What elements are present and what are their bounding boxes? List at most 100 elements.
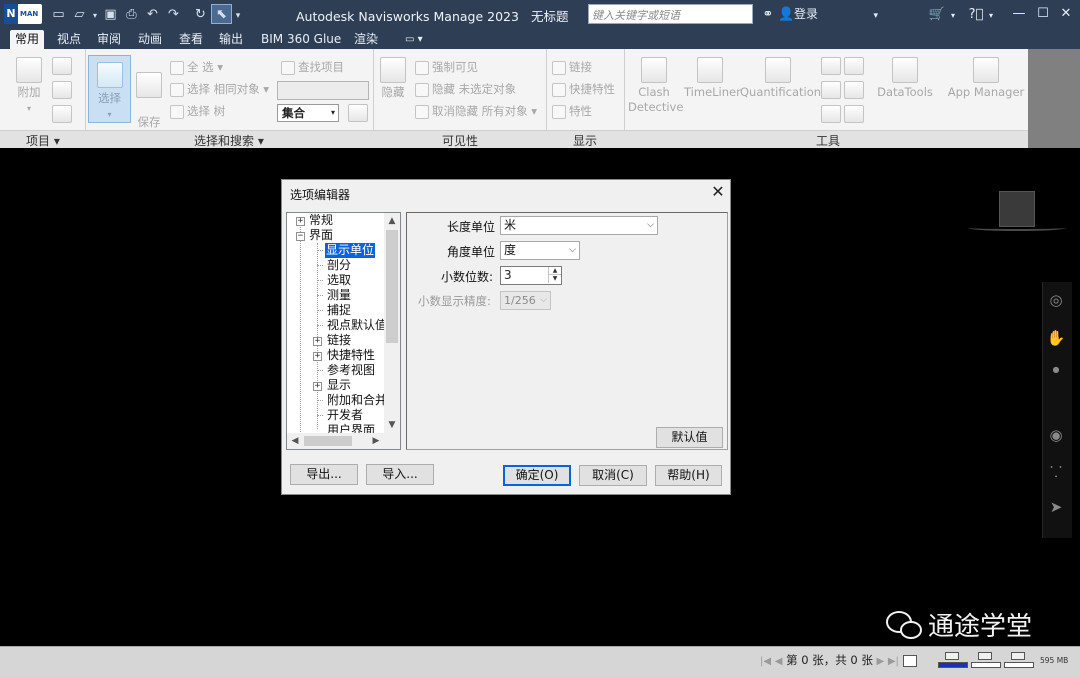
scroll-right-icon[interactable]: ▶ [368,433,384,449]
undo-icon[interactable]: ↶ [142,5,163,25]
clash-detective-button[interactable]: Clash Detective [628,57,683,115]
user-icon[interactable]: 👤 [778,5,794,25]
cancel-button[interactable]: 取消(C) [579,465,647,486]
sets-dropdown[interactable]: 集合 ▾ [277,104,339,122]
help-dropdown-icon[interactable]: ▾ [986,6,996,26]
angle-unit-select[interactable]: 度 ⌵ [500,241,580,260]
options-tree[interactable]: + 常规 − 界面 显示单位 剖分 选取 测量 捕捉 视点默认值 + 链接 + … [286,212,401,450]
tree-item-append-merge[interactable]: 附加和合并 [327,393,387,408]
dialog-close-icon[interactable]: ✕ [710,184,726,200]
import-button[interactable]: 导入... [366,464,434,485]
find-items-button[interactable]: 查找项目 [281,58,344,76]
scroll-thumb[interactable] [304,436,352,446]
help-search-input[interactable]: 键入关键字或短语 [588,4,753,24]
reset-all-icon[interactable] [52,81,72,99]
selection-tree-button[interactable]: 选择 树 [170,102,225,120]
defaults-button[interactable]: 默认值 [656,427,723,448]
new-file-icon[interactable]: ▭ [48,5,69,25]
app-manager-button[interactable]: App Manager [946,57,1026,100]
tab-viewpoint[interactable]: 视点 [57,30,81,49]
unhide-all-button[interactable]: 取消隐藏 所有对象 ▾ [415,102,537,120]
scripter-icon[interactable] [844,57,864,75]
tab-render[interactable]: 渲染 [354,30,378,49]
quantification-button[interactable]: Quantification [740,57,821,100]
append-button[interactable]: 附加 ▾ [14,57,44,116]
save-icon[interactable]: ▣ [100,5,121,25]
quick-properties-toggle[interactable]: 快捷特性 [552,80,615,98]
tree-item-links[interactable]: 链接 [327,333,351,348]
tree-expander[interactable]: + [313,382,322,391]
login-dropdown-icon[interactable]: ▾ [818,6,878,26]
tree-item-general[interactable]: 常规 [309,213,333,228]
tab-output[interactable]: 输出 [219,30,243,49]
scroll-thumb[interactable] [386,230,398,343]
export-button[interactable]: 导出... [290,464,358,485]
help-icon[interactable]: ?⃝ [966,5,986,25]
help-button[interactable]: 帮助(H) [655,465,722,486]
next-sheet-icon[interactable]: ▶ [877,656,885,667]
select-same-button[interactable]: 选择 相同对象 ▾ [170,80,269,98]
select-all-button[interactable]: 全 选 ▾ [170,58,223,76]
tree-item-measure[interactable]: 测量 [327,288,351,303]
qat-customize-icon[interactable]: ▾ [232,6,244,26]
tree-item-snapping[interactable]: 捕捉 [327,303,351,318]
prev-sheet-icon[interactable]: ◀ [775,656,783,667]
viewcube-compass[interactable] [968,225,1066,231]
tree-item-interface[interactable]: 界面 [309,228,333,243]
tab-animation[interactable]: 动画 [138,30,162,49]
datatools-button[interactable]: DataTools [876,57,934,100]
open-file-icon[interactable]: ▱ [69,5,90,25]
properties-toggle[interactable]: 特性 [552,102,592,120]
tree-expander[interactable]: + [296,217,305,226]
tree-item-viewpoint-defaults[interactable]: 视点默认值 [327,318,387,333]
redo-icon[interactable]: ↷ [163,5,184,25]
hide-unselected-button[interactable]: 隐藏 未选定对象 [415,80,516,98]
cart-dropdown-icon[interactable]: ▾ [948,6,958,26]
tree-item-sectioning[interactable]: 剖分 [327,258,351,273]
hide-button[interactable]: 隐藏 [378,57,408,100]
tab-home[interactable]: 常用 [10,30,44,49]
tree-item-reference-views[interactable]: 参考视图 [327,363,375,378]
tree-expander[interactable]: + [313,352,322,361]
last-sheet-icon[interactable]: ▶| [888,656,899,667]
refresh-model-icon[interactable] [52,57,72,75]
compare-icon[interactable] [821,105,841,123]
select-pointer-icon[interactable]: ➤ [1046,497,1066,517]
tree-expander[interactable]: − [296,232,305,241]
pan-hand-icon[interactable]: ✋ [1046,328,1066,348]
walk-footprints-icon[interactable]: ⸪ [1046,462,1066,482]
minimize-icon[interactable]: — [1009,4,1029,24]
tree-item-display[interactable]: 显示 [327,378,351,393]
tab-bim360[interactable]: BIM 360 Glue [261,30,341,49]
zoom-dot-icon[interactable]: ● [1046,360,1066,380]
tree-expander[interactable]: + [313,337,322,346]
maximize-icon[interactable]: ☐ [1033,4,1053,24]
spin-down-icon[interactable]: ▼ [548,275,561,283]
tree-item-developer[interactable]: 开发者 [327,408,363,423]
tab-review[interactable]: 审阅 [97,30,121,49]
links-toggle[interactable]: 链接 [552,58,592,76]
open-dropdown-icon[interactable]: ▾ [90,6,100,26]
tree-item-display-units[interactable]: 显示单位 [325,243,376,258]
quick-find-input[interactable] [277,81,369,100]
manage-sets-icon[interactable] [348,104,368,122]
viewcube[interactable] [999,191,1035,227]
tree-item-selection[interactable]: 选取 [327,273,351,288]
login-link[interactable]: 登录 [794,4,818,24]
animator-icon[interactable] [821,57,841,75]
timeliner-button[interactable]: TimeLiner [684,57,741,100]
file-options-icon[interactable] [52,105,72,123]
tree-vertical-scrollbar[interactable]: ▲ ▼ [384,213,400,433]
scroll-up-icon[interactable]: ▲ [384,213,400,229]
autodesk-rendering-icon[interactable] [844,105,864,123]
tree-item-quick-properties[interactable]: 快捷特性 [327,348,375,363]
binoculars-icon[interactable]: ⚭ [758,5,778,25]
scroll-down-icon[interactable]: ▼ [384,417,400,433]
appearance-profiler-icon[interactable] [821,81,841,99]
require-button[interactable]: 强制可见 [415,58,478,76]
decimal-places-stepper[interactable]: 3 ▲ ▼ [500,266,562,285]
spin-up-icon[interactable]: ▲ [548,267,561,275]
panel-title-project[interactable]: 项目 ▾ [26,132,60,149]
tab-view[interactable]: 查看 [179,30,203,49]
select-button[interactable]: 选择 ▾ [88,55,131,123]
